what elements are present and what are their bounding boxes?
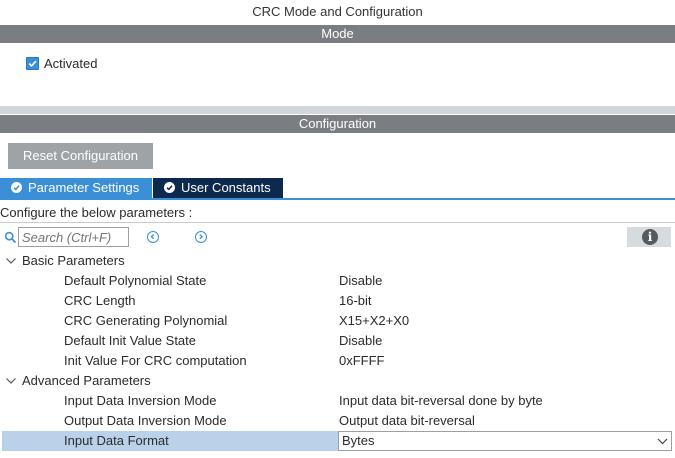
configuration-section-header: Configuration: [0, 115, 675, 133]
param-name: CRC Generating Polynomial: [64, 313, 228, 328]
activated-label: Activated: [44, 56, 98, 71]
divider: [0, 222, 675, 223]
param-name: CRC Length: [64, 293, 136, 308]
param-name: Default Init Value State: [64, 333, 197, 348]
select-value: Bytes: [342, 433, 375, 448]
chevron-left-circle-icon[interactable]: [147, 231, 159, 243]
mode-section-header: Mode: [0, 25, 675, 43]
check-circle-icon: [11, 182, 22, 193]
param-value: Disable: [339, 333, 383, 348]
group-label: Basic Parameters: [22, 253, 125, 268]
input-data-format-select[interactable]: Bytes: [338, 431, 672, 451]
chevron-down-icon: [6, 258, 16, 264]
param-row-selected[interactable]: Input Data Format: [2, 431, 338, 451]
param-name: Output Data Inversion Mode: [64, 413, 227, 428]
activated-checkbox[interactable]: [26, 57, 39, 70]
chevron-right-circle-icon[interactable]: [195, 231, 207, 243]
search-icon: [4, 231, 17, 247]
tab-underline: [0, 198, 675, 200]
reset-configuration-button[interactable]: Reset Configuration: [8, 143, 153, 169]
param-row[interactable]: Input Data Inversion Mode Input data bit…: [0, 391, 675, 411]
param-row[interactable]: CRC Length 16-bit: [0, 291, 675, 311]
tab-user-constants[interactable]: User Constants: [153, 178, 283, 198]
param-row[interactable]: Default Polynomial State Disable: [0, 271, 675, 291]
param-value: Output data bit-reversal: [339, 413, 475, 428]
info-icon: i: [642, 229, 658, 245]
window-title: CRC Mode and Configuration: [252, 4, 423, 19]
tab-label: User Constants: [181, 180, 271, 195]
param-name: Default Polynomial State: [64, 273, 207, 288]
param-value: Input data bit-reversal done by byte: [339, 393, 543, 408]
group-basic-parameters[interactable]: Basic Parameters: [0, 251, 675, 271]
param-value: 16-bit: [339, 293, 372, 308]
param-name: Input Data Inversion Mode: [64, 393, 217, 408]
instructions-text: Configure the below parameters :: [0, 205, 193, 220]
tab-label: Parameter Settings: [28, 180, 140, 195]
checkmark-icon: [28, 60, 37, 68]
check-circle-icon: [164, 182, 175, 193]
tab-parameter-settings[interactable]: Parameter Settings: [0, 178, 152, 198]
param-row[interactable]: CRC Generating Polynomial X15+X2+X0: [0, 311, 675, 331]
param-value: 0xFFFF: [339, 353, 385, 368]
param-name: Init Value For CRC computation: [64, 353, 247, 368]
section-separator: [0, 106, 675, 114]
chevron-down-icon: [657, 438, 668, 445]
group-advanced-parameters[interactable]: Advanced Parameters: [0, 371, 675, 391]
param-row[interactable]: Init Value For CRC computation 0xFFFF: [0, 351, 675, 371]
param-value: X15+X2+X0: [339, 313, 410, 328]
param-row[interactable]: Default Init Value State Disable: [0, 331, 675, 351]
info-button[interactable]: i: [627, 227, 671, 247]
chevron-down-icon: [6, 378, 16, 384]
search-input[interactable]: [18, 227, 129, 247]
param-name: Input Data Format: [64, 433, 169, 448]
param-value: Disable: [339, 273, 383, 288]
param-row[interactable]: Output Data Inversion Mode Output data b…: [0, 411, 675, 431]
group-label: Advanced Parameters: [22, 373, 151, 388]
